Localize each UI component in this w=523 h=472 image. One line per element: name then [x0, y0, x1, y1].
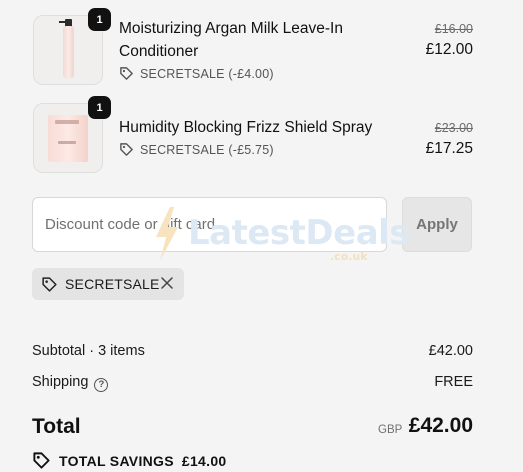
shipping-row: Shipping? FREE [32, 374, 473, 392]
item-price: £12.00 [425, 41, 473, 58]
tag-icon [42, 276, 57, 292]
savings-label: TOTAL SAVINGS [59, 452, 174, 469]
applied-code-label: SECRETSALE [65, 276, 160, 292]
total-label: Total [32, 415, 81, 438]
discount-code-input[interactable]: Discount code or gift card [32, 197, 387, 252]
quantity-badge: 1 [88, 96, 111, 119]
product-thumbnail-1: 1 [33, 8, 111, 85]
product-name: Moisturizing Argan Milk Leave-In Conditi… [119, 20, 343, 60]
help-icon[interactable]: ? [94, 378, 109, 392]
applied-discount-chip: SECRETSALE [32, 268, 184, 300]
total-value: £42.00 [408, 414, 473, 437]
tag-icon [33, 452, 50, 469]
shipping-label: Shipping [32, 374, 89, 390]
item-price: £17.25 [425, 140, 473, 157]
apply-button[interactable]: Apply [402, 197, 472, 252]
total-savings: TOTAL SAVINGS £14.00 [32, 451, 227, 470]
tag-icon [120, 67, 133, 80]
item-discount-label: SECRETSALE (-£4.00) [140, 66, 274, 81]
product-name: Humidity Blocking Frizz Shield Spray [119, 119, 373, 136]
item-discount: SECRETSALE (-£4.00) [119, 66, 274, 81]
product-thumbnail-2: 1 [33, 96, 111, 173]
subtotal-label: Subtotal · 3 items [32, 343, 145, 359]
tag-icon [120, 143, 133, 156]
original-price: £16.00 [434, 22, 473, 36]
subtotal-value: £42.00 [428, 343, 473, 359]
subtotal-row: Subtotal · 3 items £42.00 [32, 343, 473, 359]
shipping-value: FREE [434, 374, 473, 390]
quantity-badge: 1 [88, 8, 111, 31]
item-discount: SECRETSALE (-£5.75) [119, 142, 274, 157]
item-discount-label: SECRETSALE (-£5.75) [140, 142, 274, 157]
close-icon[interactable] [160, 276, 174, 290]
savings-value: £14.00 [181, 452, 227, 469]
original-price: £23.00 [434, 121, 473, 135]
currency-code: GBP [378, 424, 403, 436]
